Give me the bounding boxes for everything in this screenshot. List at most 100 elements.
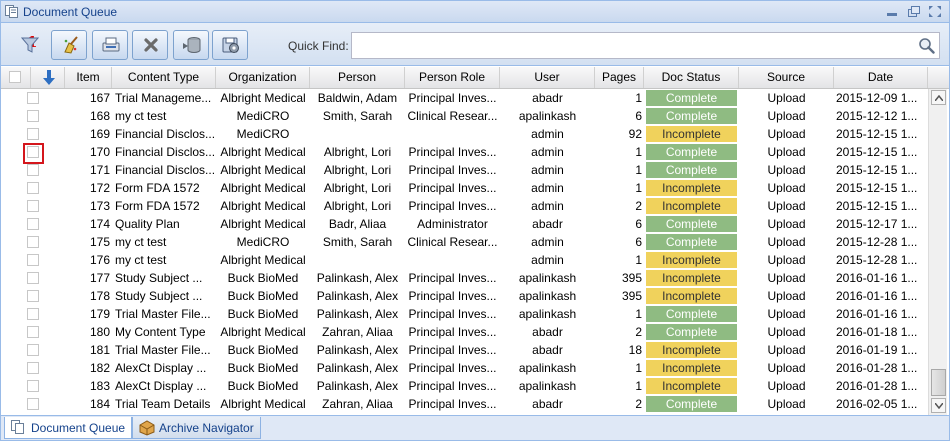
col-header-date[interactable]: Date <box>834 67 928 88</box>
col-header-item[interactable]: Item <box>65 67 112 88</box>
table-row[interactable]: 171 Financial Disclos... Albright Medical A… <box>1 161 928 179</box>
table-row[interactable]: 180 My Content Type Albright Medical Zahran… <box>1 323 928 341</box>
minimize-icon[interactable] <box>885 5 899 18</box>
col-header-content-type[interactable]: Content Type <box>112 67 216 88</box>
scan-button[interactable] <box>92 30 128 60</box>
content-type-cell: Trial Master File... <box>115 343 211 357</box>
date-cell: 2016-01-16 1... <box>836 307 918 321</box>
status-badge: Complete <box>646 108 737 124</box>
table-row[interactable]: 175 my ct test MediCRO Smith, Sarah Clinical… <box>1 233 928 251</box>
delete-x-icon <box>144 38 158 52</box>
col-header-source[interactable]: Source <box>739 67 834 88</box>
table-row[interactable]: 173 Form FDA 1572 Albright Medical Albright… <box>1 197 928 215</box>
row-checkbox[interactable] <box>27 362 39 374</box>
content-type-cell: Trial Manageme... <box>115 91 212 105</box>
row-checkbox[interactable] <box>27 380 39 392</box>
person-role-cell: Principal Inves... <box>408 163 497 177</box>
person-cell: Albright, Lori <box>323 181 392 195</box>
row-checkbox[interactable] <box>27 398 39 410</box>
table-row[interactable]: 181 Trial Master File... Buck BioMed Palink… <box>1 341 928 359</box>
pages-cell: 2 <box>635 397 642 411</box>
row-checkbox[interactable] <box>27 308 39 320</box>
organization-cell: Albright Medical <box>220 199 306 213</box>
col-header-organization[interactable]: Organization <box>216 67 310 88</box>
clear-cleanup-button[interactable] <box>51 30 87 60</box>
bottom-tab-bar: Document Queue Archive Navigator <box>1 415 949 440</box>
item-cell: 181 <box>89 343 110 357</box>
table-row[interactable]: 182 AlexCt Display ... Buck BioMed Palinkas… <box>1 359 928 377</box>
sort-cell[interactable] <box>31 67 65 88</box>
delete-button[interactable] <box>132 30 168 60</box>
table-row[interactable]: 177 Study Subject ... Buck BioMed Palinkash… <box>1 269 928 287</box>
scroll-down-button[interactable] <box>931 398 946 413</box>
search-icon[interactable] <box>918 37 935 54</box>
date-cell: 2015-12-15 1... <box>836 163 918 177</box>
row-checkbox[interactable] <box>27 218 39 230</box>
source-cell: Upload <box>767 109 806 123</box>
vertical-scrollbar[interactable] <box>928 89 947 415</box>
content-type-cell: my ct test <box>115 235 167 249</box>
table-row[interactable]: 167 Trial Manageme... Albright Medical Bald… <box>1 89 928 107</box>
row-checkbox[interactable] <box>27 290 39 302</box>
tab-archive-navigator[interactable]: Archive Navigator <box>132 417 261 439</box>
table-row[interactable]: 183 AlexCt Display ... Buck BioMed Palinkas… <box>1 377 928 395</box>
content-type-cell: Study Subject ... <box>115 271 203 285</box>
person-role-cell <box>405 251 500 269</box>
tab-document-queue[interactable]: Document Queue <box>4 417 133 439</box>
row-checkbox[interactable] <box>27 110 39 122</box>
scroll-thumb[interactable] <box>931 369 946 396</box>
window-title: Document Queue <box>23 5 118 19</box>
date-cell: 2016-02-05 1... <box>836 397 918 411</box>
pages-cell: 92 <box>628 127 642 141</box>
organization-cell: MediCRO <box>236 127 290 141</box>
status-badge: Incomplete <box>646 360 737 376</box>
col-header-pages[interactable]: Pages <box>595 67 644 88</box>
table-row[interactable]: 174 Quality Plan Albright Medical Badr, Ali… <box>1 215 928 233</box>
source-cell: Upload <box>767 271 806 285</box>
row-checkbox[interactable] <box>27 182 39 194</box>
content-type-cell: AlexCt Display ... <box>115 379 207 393</box>
col-header-person-role[interactable]: Person Role <box>405 67 500 88</box>
person-role-cell: Principal Inves... <box>408 289 497 303</box>
date-cell: 2016-01-28 1... <box>836 379 918 393</box>
row-checkbox[interactable] <box>27 200 39 212</box>
table-row[interactable]: 176 my ct test Albright Medical admin 1 Uploa… <box>1 251 928 269</box>
table-row[interactable]: 178 Study Subject ... Buck BioMed Palinkash… <box>1 287 928 305</box>
table-row[interactable]: 169 Financial Disclos... MediCRO admin 92 Upl… <box>1 125 928 143</box>
item-cell: 169 <box>89 127 110 141</box>
content-type-cell: Study Subject ... <box>115 289 203 303</box>
person-cell: Palinkash, Alex <box>316 271 399 285</box>
restore-window-icon[interactable] <box>907 5 921 18</box>
scroll-up-button[interactable] <box>931 90 946 105</box>
organization-cell: MediCRO <box>236 235 290 249</box>
source-cell: Upload <box>767 253 806 267</box>
row-checkbox[interactable] <box>27 272 39 284</box>
table-row[interactable]: 184 Trial Team Details Albright Medical Zah… <box>1 395 928 413</box>
col-header-person[interactable]: Person <box>310 67 405 88</box>
table-row[interactable]: 170 Financial Disclos... Albright Medical A… <box>1 143 928 161</box>
table-row[interactable]: 172 Form FDA 1572 Albright Medical Albright… <box>1 179 928 197</box>
person-cell: Smith, Sarah <box>322 109 393 123</box>
row-checkbox[interactable] <box>27 254 39 266</box>
settings-button[interactable] <box>212 30 248 60</box>
content-type-cell: Financial Disclos... <box>115 163 215 177</box>
col-header-doc-status[interactable]: Doc Status <box>644 67 739 88</box>
archive-button[interactable] <box>173 30 209 60</box>
person-cell: Palinkash, Alex <box>316 379 399 393</box>
expand-icon[interactable] <box>928 5 942 18</box>
quick-find-input[interactable] <box>351 32 940 59</box>
organization-cell: MediCRO <box>236 109 290 123</box>
row-checkbox[interactable] <box>27 236 39 248</box>
filter-button[interactable] <box>11 30 47 60</box>
row-checkbox[interactable] <box>27 326 39 338</box>
table-row[interactable]: 179 Trial Master File... Buck BioMed Palink… <box>1 305 928 323</box>
row-checkbox[interactable] <box>27 164 39 176</box>
row-checkbox[interactable] <box>27 344 39 356</box>
row-checkbox[interactable] <box>27 92 39 104</box>
select-all-checkbox[interactable] <box>9 71 21 83</box>
organization-cell: Buck BioMed <box>227 343 299 357</box>
table-row[interactable]: 168 my ct test MediCRO Smith, Sarah Clinical… <box>1 107 928 125</box>
col-header-user[interactable]: User <box>500 67 595 88</box>
source-cell: Upload <box>767 361 806 375</box>
row-checkbox[interactable] <box>27 128 39 140</box>
